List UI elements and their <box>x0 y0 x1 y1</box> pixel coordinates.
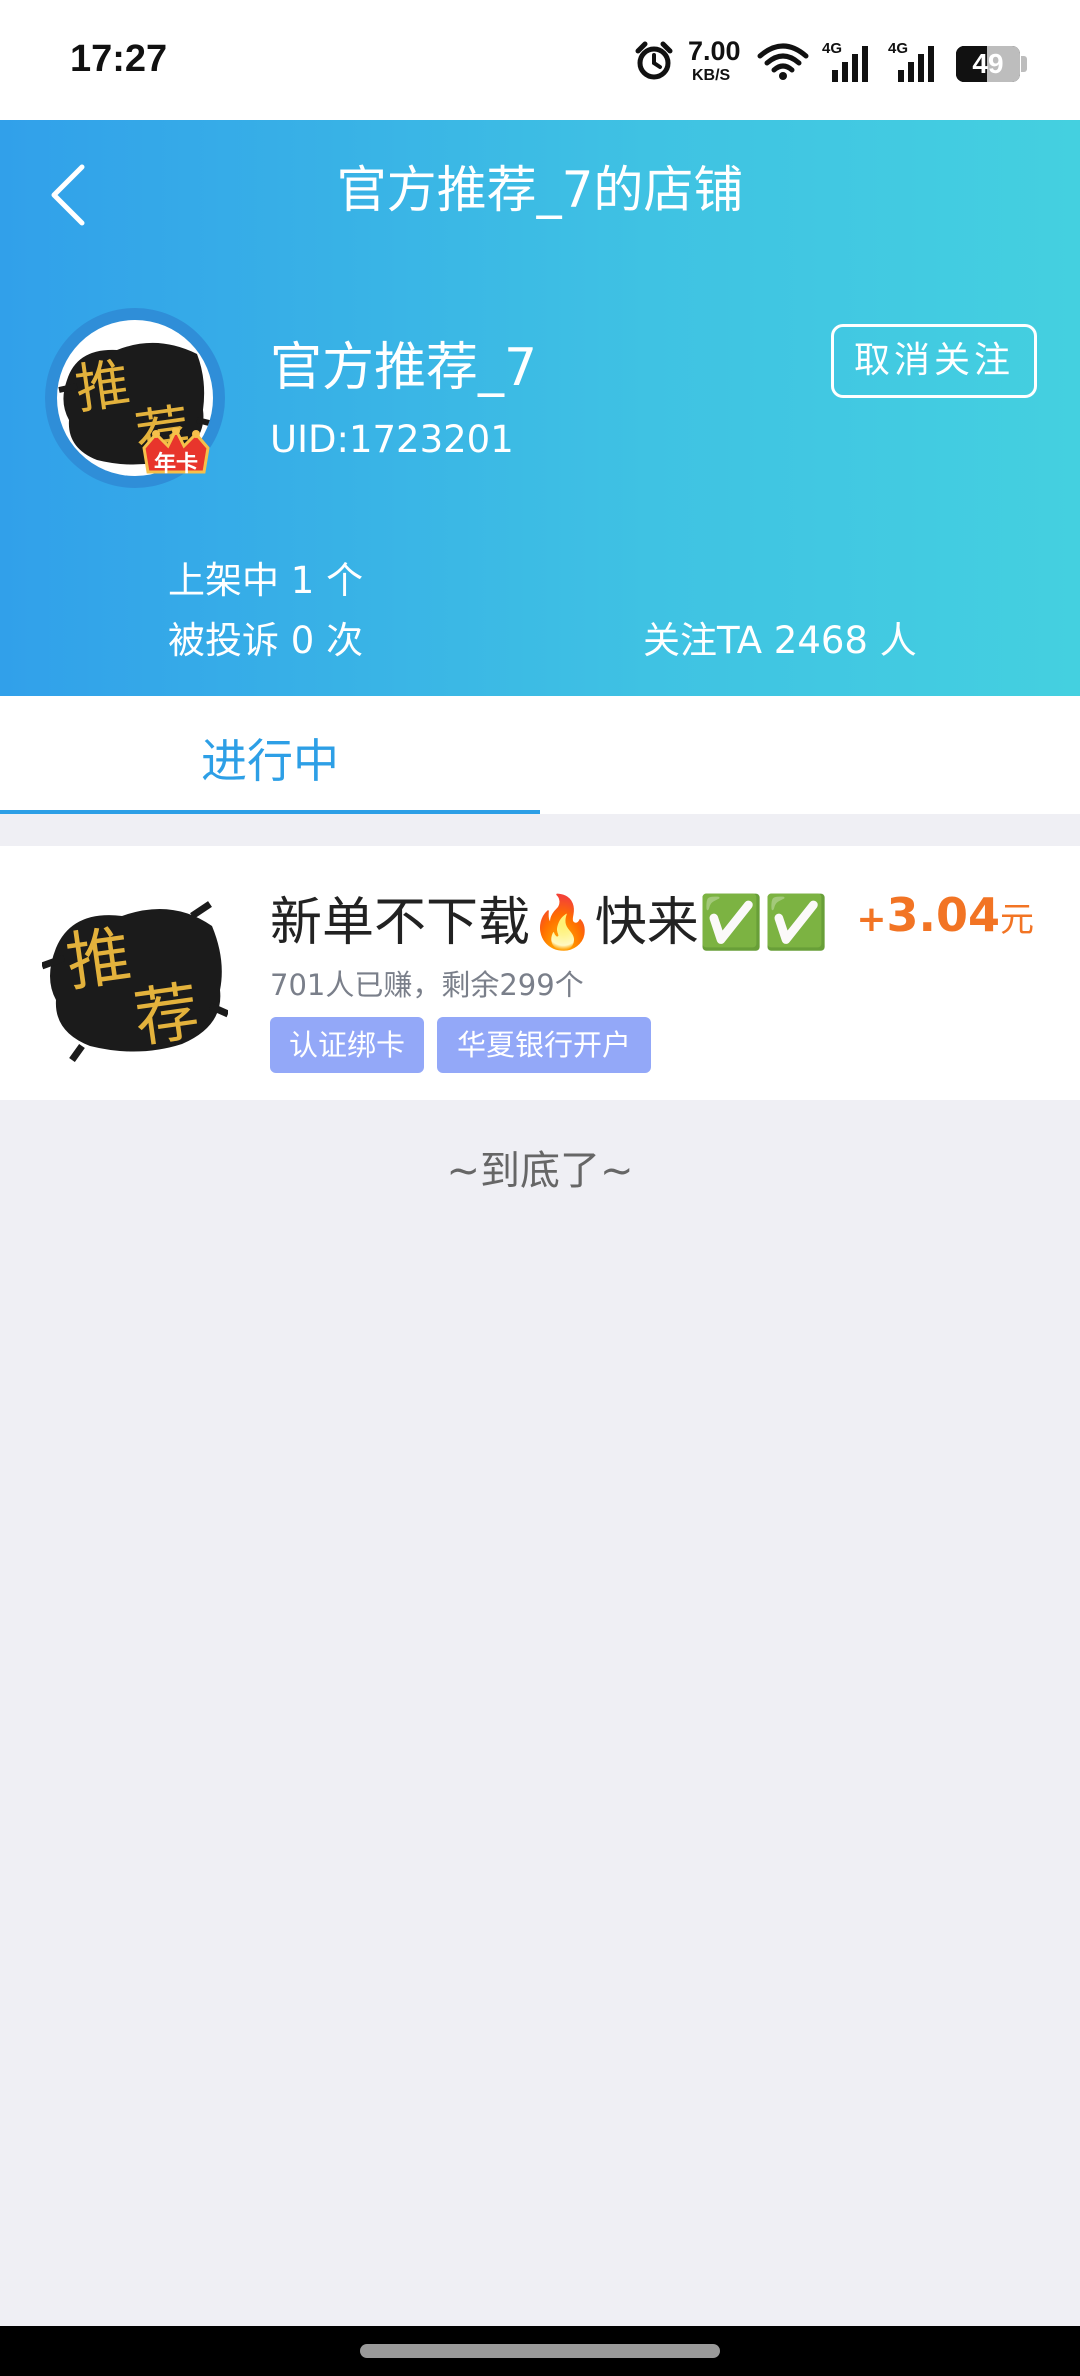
net-speed-unit: KB/S <box>692 67 731 84</box>
cell-signal-icon <box>898 46 934 82</box>
list-end-text: ~到底了~ <box>446 1148 634 1194</box>
reward-sign: + <box>856 899 887 940</box>
listed-count: 上架中 1 个 <box>168 559 364 602</box>
complaint-count: 被投诉 0 次 <box>168 619 364 662</box>
battery-level: 49 <box>972 48 1004 79</box>
avatar-text-1: 推 <box>71 351 134 422</box>
status-time: 17:27 <box>70 38 168 80</box>
task-tag: 认证绑卡 <box>270 1017 424 1073</box>
unfollow-button[interactable]: 取消关注 <box>831 324 1037 398</box>
reward-value: 3.04 <box>886 888 1001 942</box>
cell-signal-icon <box>832 46 868 82</box>
tab-indicator <box>0 810 540 814</box>
badge-text: 年卡 <box>153 452 198 477</box>
page-title: 官方推荐_7的店铺 <box>336 161 744 219</box>
net-speed-value: 7.00 <box>688 36 741 66</box>
reward-unit: 元 <box>1000 900 1034 940</box>
task-reward: +3.04元 <box>0 888 1034 942</box>
tab-label: 进行中 <box>201 734 339 788</box>
home-indicator[interactable] <box>360 2344 720 2358</box>
follower-count: 关注TA 2468 人 <box>643 619 917 662</box>
shop-name: 官方推荐_7 <box>270 338 538 398</box>
alarm-clock-icon <box>635 41 673 80</box>
annual-card-badge: 年卡 <box>138 428 214 478</box>
shop-uid: UID:1723201 <box>270 418 514 461</box>
battery-cap <box>1021 56 1027 72</box>
task-tag: 华夏银行开户 <box>437 1017 651 1073</box>
battery-icon: 49 <box>956 46 1020 82</box>
task-progress-text: 701人已赚，剩余299个 <box>270 968 584 1002</box>
wifi-icon <box>757 43 809 80</box>
thumb-text-2: 荐 <box>129 974 204 1058</box>
